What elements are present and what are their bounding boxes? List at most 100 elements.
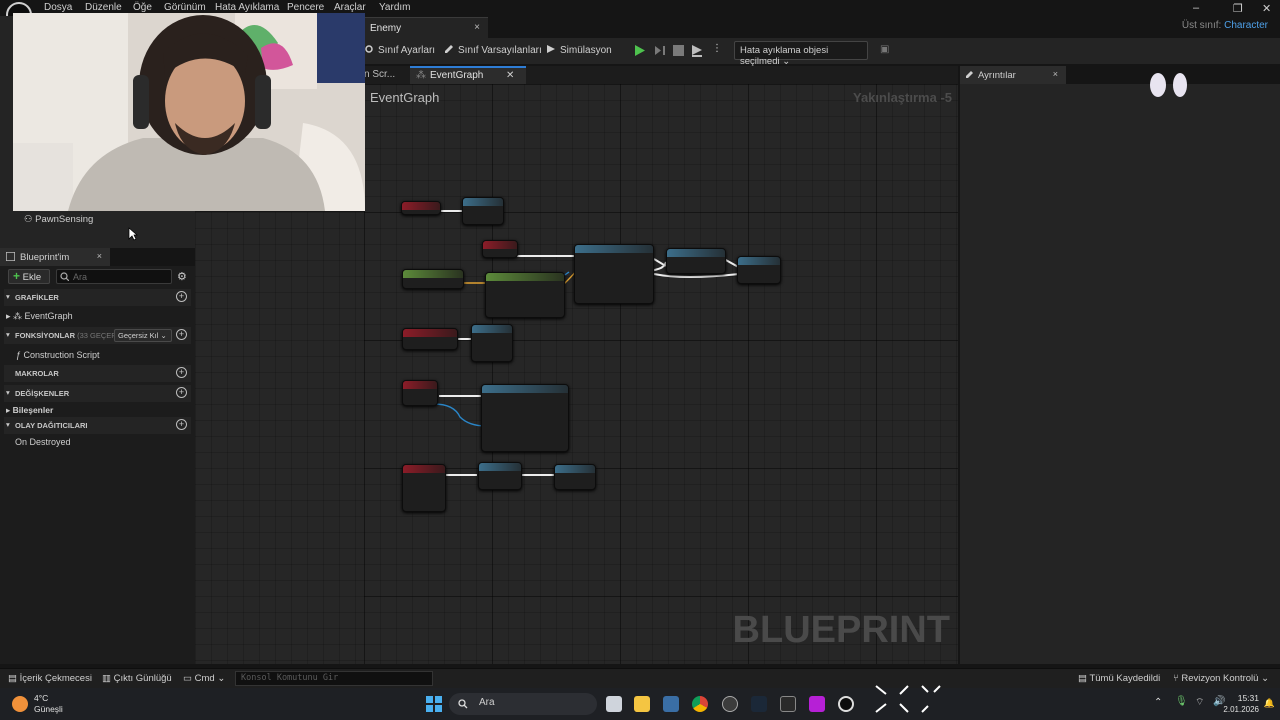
tray-expand-icon[interactable]: ⌃ (1154, 697, 1162, 708)
node-delay[interactable] (666, 248, 726, 274)
stop-icon[interactable] (673, 45, 684, 56)
details-tab[interactable]: Ayrıntılar × (960, 66, 1066, 84)
add-graph-icon[interactable]: + (176, 291, 187, 302)
document-tab-enemy[interactable]: Enemy × (364, 17, 488, 38)
tab-construction-script[interactable]: n Scr... (364, 69, 395, 80)
revision-control-button[interactable]: ⑂ Revizyon Kontrolü ⌄ (1173, 673, 1269, 684)
network-icon[interactable]: ⌔ (1195, 696, 1204, 709)
plus-icon: + (13, 269, 21, 283)
output-log-icon: ▥ (102, 673, 111, 684)
windows-start-icon[interactable] (426, 696, 442, 712)
section-functions[interactable]: ▾ FONKSİYONLAR (33 GEÇERS Geçersiz Kıl ⌄ + (4, 327, 191, 344)
weather-icon[interactable] (12, 696, 28, 712)
menu-debug[interactable]: Hata Ayıklama (215, 2, 279, 13)
debug-object-select[interactable]: Hata ayıklama objesi seçilmedi ⌄ (734, 41, 868, 67)
close-tab-icon[interactable]: × (97, 251, 102, 261)
clock-date[interactable]: 2.01.2026 (1223, 705, 1259, 714)
step-icon[interactable] (654, 45, 666, 56)
menu-tools[interactable]: Araçlar (334, 2, 366, 13)
close-tab-icon[interactable]: × (1053, 69, 1058, 79)
play-icon[interactable] (634, 44, 646, 57)
gear-icon (365, 45, 373, 53)
section-event-dispatchers[interactable]: ▾ OLAY DAĞITICILARI + (4, 417, 191, 434)
close-tab-icon[interactable]: × (474, 22, 480, 33)
chrome-icon[interactable] (692, 696, 708, 712)
pawn-sensing-icon: ⚇ (24, 214, 33, 225)
node-function-call[interactable] (462, 197, 504, 225)
dispatcher-item-on-destroyed[interactable]: On Destroyed (15, 437, 71, 447)
save-icon: ▤ (1078, 673, 1087, 684)
menu-view[interactable]: Görünüm (164, 2, 206, 13)
my-blueprint-tab[interactable]: Blueprint'im × (0, 248, 110, 266)
component-pawn-sensing[interactable]: ⚇ PawnSensing (24, 214, 93, 225)
menu-help[interactable]: Yardım (379, 2, 411, 13)
settings-gear-icon[interactable]: ⚙ (177, 270, 187, 283)
function-item-construction-script[interactable]: ƒ Construction Script (16, 350, 100, 360)
parent-class-link[interactable]: Character (1224, 20, 1268, 31)
minimize-icon[interactable]: – (1193, 2, 1199, 14)
simulation-button[interactable]: Simülasyon (546, 44, 612, 56)
menu-window[interactable]: Pencere (287, 2, 324, 13)
node-get-actor-location[interactable] (402, 269, 464, 289)
output-log-button[interactable]: ▥ Çıktı Günlüğü (102, 673, 172, 684)
class-settings-button[interactable]: Sınıf Ayarları (364, 44, 435, 56)
notification-icon[interactable]: 🔔 (1264, 698, 1275, 709)
section-macros[interactable]: MAKROLAR + (4, 365, 191, 382)
console-command-input[interactable]: Konsol Komutunu Gir (235, 671, 433, 686)
store-icon[interactable] (663, 696, 679, 712)
epic-games-icon[interactable] (780, 696, 796, 712)
close-window-icon[interactable]: ✕ (1262, 2, 1271, 15)
search-icon (60, 272, 69, 281)
node-function-call[interactable] (737, 256, 781, 284)
tab-eventgraph[interactable]: ⁂ EventGraph ✕ (410, 66, 526, 84)
node-ai-move-to[interactable] (574, 244, 654, 304)
app-icon[interactable] (809, 696, 825, 712)
node-random-reachable-point[interactable] (485, 272, 565, 318)
save-all-status[interactable]: ▤ Tümü Kaydedildi (1078, 673, 1160, 684)
webcam-image (13, 13, 365, 211)
graph-canvas[interactable]: EventGraph Yakınlaştırma -5 BLUEPRINT (364, 84, 958, 664)
node-event-any-damage[interactable] (402, 464, 446, 512)
override-function-button[interactable]: Geçersiz Kıl ⌄ (114, 329, 172, 342)
class-defaults-button[interactable]: Sınıf Varsayılanları (444, 44, 542, 56)
close-tab-icon[interactable]: ✕ (506, 70, 514, 81)
obs-icon[interactable] (722, 696, 738, 712)
file-explorer-icon[interactable] (634, 696, 650, 712)
eject-icon[interactable] (691, 44, 703, 57)
node-on-see-pawn[interactable] (402, 328, 458, 350)
graph-item-eventgraph[interactable]: ▸ ⁂ EventGraph (6, 311, 73, 322)
content-drawer-button[interactable]: ▤ İçerik Çekmecesi (8, 673, 92, 684)
function-icon: ƒ (16, 350, 22, 360)
node-destroy-actor[interactable] (554, 464, 596, 490)
add-variable-icon[interactable]: + (176, 387, 187, 398)
graph-canvas-extension[interactable] (195, 212, 364, 664)
task-view-icon[interactable] (606, 696, 622, 712)
variable-category-components[interactable]: ▸ Bileşenler (6, 405, 53, 416)
collapse-arrow-icon: ▾ (6, 330, 10, 339)
node-ai-move-to[interactable] (481, 384, 569, 452)
section-graphs[interactable]: ▾ GRAFİKLER + (4, 289, 191, 306)
node-event-begin-play[interactable] (401, 201, 441, 215)
menu-edit[interactable]: Düzenle (85, 2, 122, 13)
search-input[interactable]: Ara (56, 269, 172, 284)
node-custom-event[interactable] (482, 240, 518, 258)
more-options-icon[interactable]: ⋮ (712, 43, 722, 54)
add-function-icon[interactable]: + (176, 329, 187, 340)
restore-icon[interactable]: ❐ (1233, 2, 1243, 15)
debug-filter-icon[interactable]: ▣ (880, 44, 889, 55)
menu-asset[interactable]: Öğe (133, 2, 152, 13)
taskbar-search[interactable]: Ara (449, 693, 597, 715)
add-macro-icon[interactable]: + (176, 367, 187, 378)
section-variables[interactable]: ▾ DEĞİŞKENLER + (4, 385, 191, 402)
add-dispatcher-icon[interactable]: + (176, 419, 187, 430)
steam-icon[interactable] (751, 696, 767, 712)
add-button[interactable]: + Ekle (8, 269, 50, 284)
unreal-engine-icon[interactable] (838, 696, 854, 712)
node-custom-event[interactable] (402, 380, 438, 406)
menu-file[interactable]: Dosya (44, 2, 72, 13)
cmd-dropdown[interactable]: ▭ Cmd ⌄ (183, 673, 225, 684)
node-cast-to[interactable] (471, 324, 513, 362)
clock-time[interactable]: 15:31 (1238, 693, 1259, 703)
node-function-call[interactable] (478, 462, 522, 490)
microphone-icon[interactable]: 🎙 (1175, 696, 1188, 707)
